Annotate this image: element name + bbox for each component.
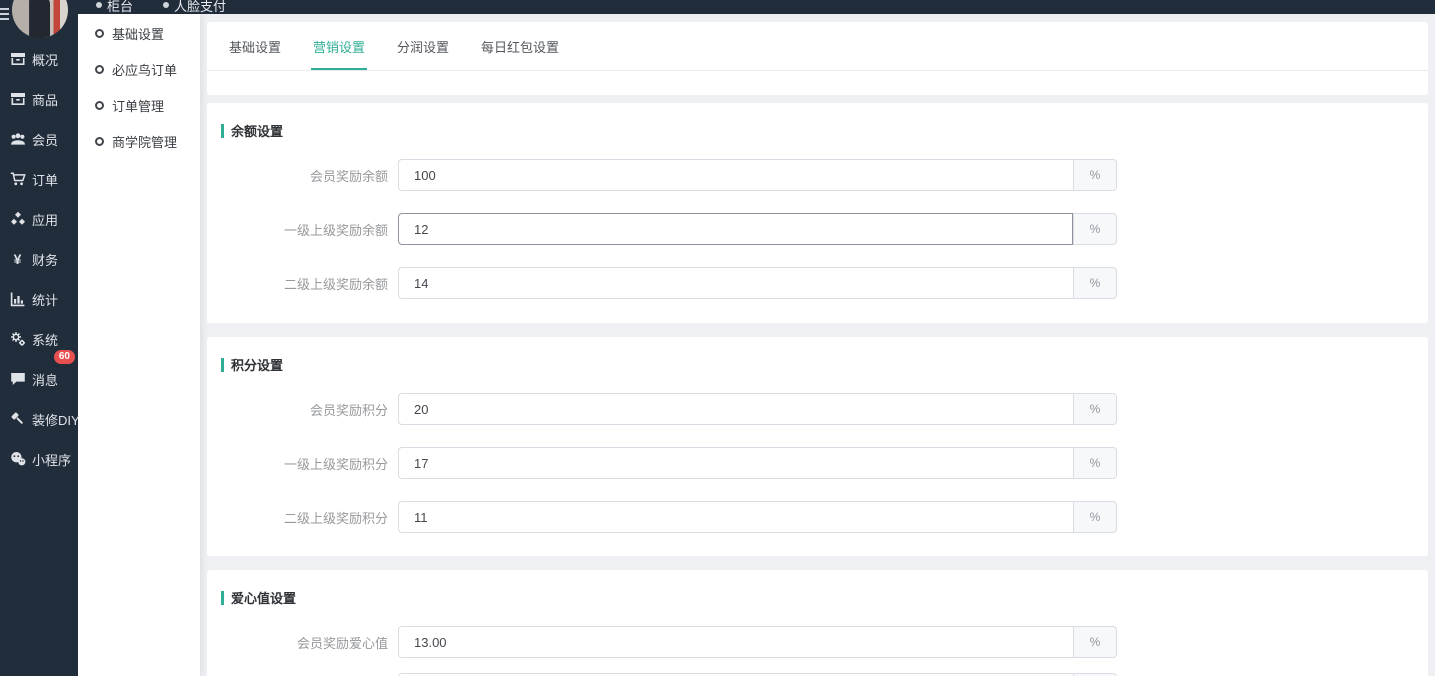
field-label: 二级上级奖励积分 (218, 508, 388, 527)
topbar-item-counter[interactable]: 柜台 (96, 0, 133, 14)
wechat-icon (9, 451, 26, 468)
topbar-item-face-pay[interactable]: 人脸支付 (163, 0, 226, 14)
member-reward-points-input[interactable] (398, 393, 1073, 425)
field-label: 会员奖励余额 (218, 166, 388, 185)
sidebar-item-orders[interactable]: 订单 (0, 159, 78, 199)
submenu-item-basic-settings[interactable]: 基础设置 (78, 15, 200, 51)
percent-suffix: % (1073, 447, 1117, 479)
section-accent-bar (221, 358, 224, 372)
sidebar-item-apps[interactable]: 应用 (0, 199, 78, 239)
field-label: 一级上级奖励积分 (218, 454, 388, 473)
level2-reward-points-input[interactable] (398, 501, 1073, 533)
topbar: 柜台 人脸支付 (0, 0, 1435, 14)
counter-icon (96, 2, 102, 8)
circle-icon (95, 101, 104, 110)
tab-basic[interactable]: 基础设置 (227, 37, 283, 70)
tab-profit[interactable]: 分润设置 (395, 37, 451, 70)
level2-reward-balance-input[interactable] (398, 267, 1073, 299)
secondary-sidebar: 基础设置必应鸟订单订单管理商学院管理 (78, 14, 200, 676)
field-input-group: % (398, 501, 1117, 533)
sidebar-item-decorate-diy[interactable]: 装修DIY (0, 399, 78, 439)
tab-red-packet[interactable]: 每日红包设置 (479, 37, 561, 70)
field-label: 一级上级奖励余额 (218, 220, 388, 239)
sidebar-item-mini-program[interactable]: 小程序 (0, 439, 78, 479)
member-reward-love-input[interactable] (398, 626, 1073, 658)
form-row-level1-reward-balance: 一级上级奖励余额% (218, 213, 1428, 245)
section-accent-bar (221, 124, 224, 138)
percent-suffix: % (1073, 267, 1117, 299)
field-input-group: % (398, 393, 1117, 425)
circle-icon (95, 65, 104, 74)
yen-icon: ¥ (9, 251, 26, 268)
user-avatar[interactable] (12, 0, 68, 38)
form-row-member-reward-balance: 会员奖励余额% (218, 159, 1428, 191)
submenu-item-academy-management[interactable]: 商学院管理 (78, 123, 200, 159)
field-input-group: % (398, 159, 1117, 191)
submenu-item-bingbird-orders[interactable]: 必应鸟订单 (78, 51, 200, 87)
tab-marketing[interactable]: 营销设置 (311, 37, 367, 70)
form-row-level1-reward-points: 一级上级奖励积分% (218, 447, 1428, 479)
section-card-love-value-settings: 爱心值设置会员奖励爱心值%% (207, 570, 1428, 676)
percent-suffix: % (1073, 159, 1117, 191)
section-card-points-settings: 积分设置会员奖励积分%一级上级奖励积分%二级上级奖励积分% (207, 337, 1428, 556)
member-reward-balance-input[interactable] (398, 159, 1073, 191)
members-icon (9, 131, 26, 148)
field-input-group: % (398, 626, 1117, 658)
sidebar-item-finance[interactable]: ¥财务 (0, 239, 78, 279)
tabs-card: 基础设置营销设置分润设置每日红包设置 (207, 22, 1428, 95)
sidebar-item-goods[interactable]: 商品 (0, 79, 78, 119)
circle-icon (95, 137, 104, 146)
chart-icon (9, 291, 26, 308)
section-title-points-settings: 积分设置 (221, 355, 1428, 374)
comment-icon (9, 371, 26, 388)
sidebar-item-statistics[interactable]: 统计 (0, 279, 78, 319)
form-row-level2-reward-balance: 二级上级奖励余额% (218, 267, 1428, 299)
sidebar-item-members[interactable]: 会员 (0, 119, 78, 159)
sidebar-nav: 概况商品会员订单应用¥财务统计系统消息60装修DIY小程序 (0, 39, 78, 479)
app-window: 柜台人脸支付 概况商品会员订单应用¥财务统计系统消息60装修DIY小程序 基础设… (0, 0, 1435, 676)
section-title-love-value-settings: 爱心值设置 (221, 588, 1428, 607)
gavel-icon (9, 411, 26, 428)
face-pay-icon (163, 2, 169, 8)
submenu-item-order-management[interactable]: 订单管理 (78, 87, 200, 123)
tabs-row: 基础设置营销设置分润设置每日红包设置 (207, 22, 1428, 71)
field-input-group: % (398, 447, 1117, 479)
hamburger-menu-icon[interactable] (0, 8, 10, 22)
field-input-group: % (398, 267, 1117, 299)
overview-icon (9, 51, 26, 68)
percent-suffix: % (1073, 501, 1117, 533)
percent-suffix: % (1073, 393, 1117, 425)
gears-icon (9, 331, 26, 348)
cubes-icon (9, 211, 26, 228)
field-label: 二级上级奖励余额 (218, 274, 388, 293)
form-row-member-reward-love: 会员奖励爱心值% (218, 626, 1428, 658)
form-row-member-reward-points: 会员奖励积分% (218, 393, 1428, 425)
level1-reward-points-input[interactable] (398, 447, 1073, 479)
goods-icon (9, 91, 26, 108)
field-input-group: % (398, 213, 1117, 245)
section-accent-bar (221, 591, 224, 605)
section-title-balance-settings: 余额设置 (221, 121, 1428, 140)
unread-count-badge: 60 (54, 350, 75, 364)
percent-suffix: % (1073, 626, 1117, 658)
section-card-balance-settings: 余额设置会员奖励余额%一级上级奖励余额%二级上级奖励余额% (207, 103, 1428, 323)
sidebar-item-overview[interactable]: 概况 (0, 39, 78, 79)
form-row-level2-reward-points: 二级上级奖励积分% (218, 501, 1428, 533)
field-label: 会员奖励积分 (218, 400, 388, 419)
primary-sidebar: 概况商品会员订单应用¥财务统计系统消息60装修DIY小程序 (0, 0, 78, 676)
field-label: 会员奖励爱心值 (218, 633, 388, 652)
main-content: 基础设置营销设置分润设置每日红包设置 余额设置会员奖励余额%一级上级奖励余额%二… (200, 14, 1435, 676)
percent-suffix: % (1073, 213, 1117, 245)
sidebar-item-messages[interactable]: 消息60 (0, 359, 78, 399)
cart-icon (9, 171, 26, 188)
level1-reward-balance-input[interactable] (398, 213, 1073, 245)
circle-icon (95, 29, 104, 38)
